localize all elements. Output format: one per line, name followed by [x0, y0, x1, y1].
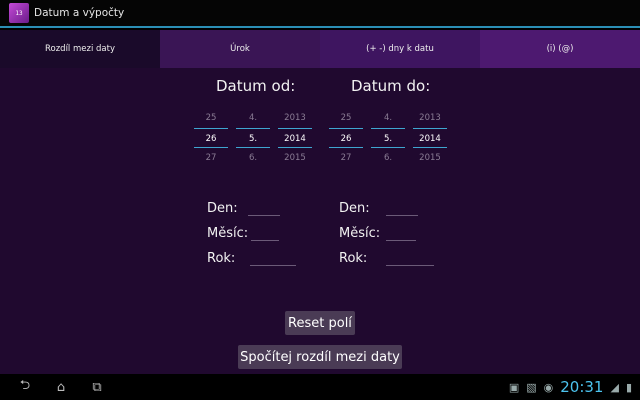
- to-year-output: [386, 250, 434, 266]
- recents-icon[interactable]: ⧉: [86, 380, 108, 395]
- to-year-next[interactable]: 2015: [413, 148, 447, 168]
- gallery-icon[interactable]: ▧: [526, 381, 536, 394]
- reset-button[interactable]: Reset polí: [285, 311, 355, 335]
- action-bar: 13 Datum a výpočty: [0, 0, 640, 28]
- app-title: Datum a výpočty: [34, 7, 125, 19]
- to-date-title: Datum do:: [351, 77, 431, 95]
- status-area: ▣ ▧ ◉ 20:31 ◢ ▮: [509, 374, 632, 400]
- to-month-row: Měsíc:: [339, 223, 434, 241]
- home-icon[interactable]: ⌂: [50, 380, 72, 395]
- from-year-row: Rok:: [207, 248, 296, 266]
- from-day-output: [248, 200, 280, 216]
- to-year-prev[interactable]: 2013: [413, 108, 447, 128]
- from-date-picker: 25 26 27 4. 5. 6. 2013 2014 2015: [194, 108, 312, 168]
- from-month-output: [251, 225, 279, 241]
- from-month-next[interactable]: 6.: [236, 148, 270, 168]
- tab-interest[interactable]: Úrok: [160, 30, 320, 68]
- to-day-label: Den:: [339, 201, 370, 216]
- clock: 20:31: [560, 378, 604, 396]
- wifi-icon: ◢: [610, 380, 619, 394]
- to-month-next[interactable]: 6.: [371, 148, 405, 168]
- from-month-wheel[interactable]: 4. 5. 6.: [236, 108, 270, 168]
- to-month-prev[interactable]: 4.: [371, 108, 405, 128]
- from-date-title: Datum od:: [216, 77, 296, 95]
- from-year-wheel[interactable]: 2013 2014 2015: [278, 108, 312, 168]
- from-day-label: Den:: [207, 201, 238, 216]
- from-day-row: Den:: [207, 198, 296, 216]
- from-year-selected[interactable]: 2014: [278, 128, 312, 148]
- from-year-next[interactable]: 2015: [278, 148, 312, 168]
- from-year-label: Rok:: [207, 251, 236, 266]
- from-day-prev[interactable]: 25: [194, 108, 228, 128]
- tab-info[interactable]: (i) (@): [480, 30, 640, 68]
- to-day-selected[interactable]: 26: [329, 128, 363, 148]
- to-day-next[interactable]: 27: [329, 148, 363, 168]
- to-month-wheel[interactable]: 4. 5. 6.: [371, 108, 405, 168]
- to-year-wheel[interactable]: 2013 2014 2015: [413, 108, 447, 168]
- from-year-prev[interactable]: 2013: [278, 108, 312, 128]
- to-month-selected[interactable]: 5.: [371, 128, 405, 148]
- from-result-fields: Den: Měsíc: Rok:: [207, 198, 296, 266]
- to-result-fields: Den: Měsíc: Rok:: [339, 198, 434, 266]
- to-month-output: [386, 225, 416, 241]
- to-year-label: Rok:: [339, 251, 368, 266]
- from-day-next[interactable]: 27: [194, 148, 228, 168]
- to-day-row: Den:: [339, 198, 434, 216]
- main-content: Datum od: 25 26 27 4. 5. 6. 2013 2014 20…: [0, 68, 640, 374]
- from-month-selected[interactable]: 5.: [236, 128, 270, 148]
- from-year-output: [250, 250, 296, 266]
- from-month-label: Měsíc:: [207, 226, 249, 241]
- tab-bar: Rozdíl mezi daty Úrok (+ -) dny k datu (…: [0, 30, 640, 68]
- to-year-row: Rok:: [339, 248, 434, 266]
- to-day-prev[interactable]: 25: [329, 108, 363, 128]
- app-icon[interactable]: 13: [9, 3, 29, 23]
- to-date-picker: 25 26 27 4. 5. 6. 2013 2014 2015: [329, 108, 447, 168]
- to-day-output: [386, 200, 418, 216]
- tab-date-difference[interactable]: Rozdíl mezi daty: [0, 30, 160, 68]
- from-day-wheel[interactable]: 25 26 27: [194, 108, 228, 168]
- from-day-selected[interactable]: 26: [194, 128, 228, 148]
- to-year-selected[interactable]: 2014: [413, 128, 447, 148]
- battery-icon: ▮: [625, 380, 632, 394]
- tab-add-days[interactable]: (+ -) dny k datu: [320, 30, 480, 68]
- to-month-label: Měsíc:: [339, 226, 381, 241]
- calculate-difference-button[interactable]: Spočítej rozdíl mezi daty: [238, 345, 402, 369]
- notification-icon[interactable]: ▣: [509, 381, 519, 394]
- to-day-wheel[interactable]: 25 26 27: [329, 108, 363, 168]
- camera-icon[interactable]: ◉: [544, 381, 554, 394]
- from-month-row: Měsíc:: [207, 223, 296, 241]
- system-navigation-bar: ⮌ ⌂ ⧉ ▣ ▧ ◉ 20:31 ◢ ▮: [0, 374, 640, 400]
- back-icon[interactable]: ⮌: [14, 376, 36, 398]
- from-month-prev[interactable]: 4.: [236, 108, 270, 128]
